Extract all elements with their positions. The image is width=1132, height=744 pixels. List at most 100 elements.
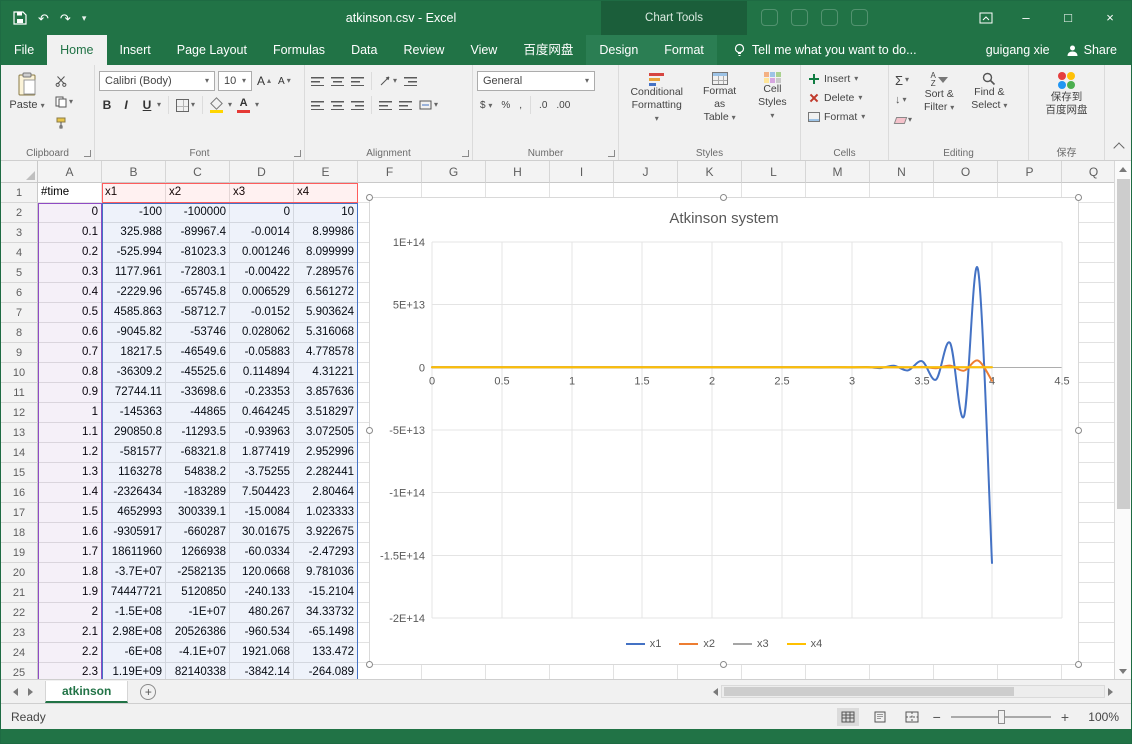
column-header-O[interactable]: O	[934, 161, 998, 183]
cell[interactable]: 290850.8	[102, 423, 166, 443]
cell[interactable]: 10	[294, 203, 358, 223]
zoom-level[interactable]: 100%	[1079, 710, 1119, 724]
share-button[interactable]: Share	[1066, 43, 1117, 57]
cell[interactable]: 1.9	[38, 583, 102, 603]
minimize-button[interactable]: –	[1005, 1, 1047, 35]
cell[interactable]: -58712.7	[166, 303, 230, 323]
cell[interactable]: -15.0084	[230, 503, 294, 523]
cell[interactable]: 0.3	[38, 263, 102, 283]
baidu-save-button[interactable]: 保存到 百度网盘	[1033, 69, 1100, 120]
cell[interactable]: 0.114894	[230, 363, 294, 383]
zoom-slider-thumb[interactable]	[998, 710, 1005, 724]
cell[interactable]: 0.028062	[230, 323, 294, 343]
decrease-indent-button[interactable]	[377, 96, 394, 114]
sort-filter-button[interactable]: AZ Sort & Filter ▾	[917, 69, 961, 129]
row-header-17[interactable]: 17	[1, 503, 38, 523]
cell[interactable]: -65.1498	[294, 623, 358, 643]
cell[interactable]: x1	[102, 183, 166, 203]
tab-format[interactable]: Format	[651, 35, 717, 65]
row-header-1[interactable]: 1	[1, 183, 38, 203]
chart[interactable]: Atkinson system 1E+145E+130-5E+13-1E+14-…	[369, 197, 1079, 665]
cell[interactable]: -183289	[166, 483, 230, 503]
column-header-F[interactable]: F	[358, 161, 422, 183]
column-header-D[interactable]: D	[230, 161, 294, 183]
column-header-M[interactable]: M	[806, 161, 870, 183]
cell[interactable]: -36309.2	[102, 363, 166, 383]
cell[interactable]: 5.316068	[294, 323, 358, 343]
row-header-5[interactable]: 5	[1, 263, 38, 283]
align-center-button[interactable]	[329, 96, 346, 114]
decrease-decimal-button[interactable]: .00	[553, 100, 573, 111]
cell[interactable]: -960.534	[230, 623, 294, 643]
row-header-18[interactable]: 18	[1, 523, 38, 543]
cell[interactable]: 18217.5	[102, 343, 166, 363]
cell[interactable]: -0.93963	[230, 423, 294, 443]
cell[interactable]: 0.001246	[230, 243, 294, 263]
borders-button[interactable]: ▾	[174, 96, 197, 114]
cell[interactable]: -3842.14	[230, 663, 294, 679]
row-header-25[interactable]: 25	[1, 663, 38, 679]
percent-style-button[interactable]: %	[498, 100, 513, 111]
format-as-table-button[interactable]: Format as Table ▾	[690, 69, 748, 144]
tab-home[interactable]: Home	[47, 35, 106, 65]
cell[interactable]: 2.3	[38, 663, 102, 679]
increase-indent-button[interactable]	[397, 96, 414, 114]
grow-font-button[interactable]: A▴	[255, 72, 273, 90]
cell[interactable]: 30.01675	[230, 523, 294, 543]
alignment-dialog-launcher-icon[interactable]	[462, 150, 469, 157]
tab-file[interactable]: File	[1, 35, 47, 65]
clipboard-dialog-launcher-icon[interactable]	[84, 150, 91, 157]
cell[interactable]: -33698.6	[166, 383, 230, 403]
cell[interactable]: #time	[38, 183, 102, 203]
vertical-scrollbar[interactable]	[1114, 161, 1131, 679]
cell[interactable]: 4652993	[102, 503, 166, 523]
paste-button[interactable]: Paste ▾	[5, 69, 49, 132]
row-header-11[interactable]: 11	[1, 383, 38, 403]
cell[interactable]: -46549.6	[166, 343, 230, 363]
cell[interactable]: 34.33732	[294, 603, 358, 623]
cell[interactable]: -45525.6	[166, 363, 230, 383]
save-icon[interactable]	[13, 11, 27, 25]
row-header-15[interactable]: 15	[1, 463, 38, 483]
cell[interactable]: -0.0014	[230, 223, 294, 243]
cell[interactable]: 480.267	[230, 603, 294, 623]
zoom-in-button[interactable]: +	[1061, 709, 1069, 725]
vertical-scroll-thumb[interactable]	[1117, 179, 1130, 509]
cell[interactable]: 2.98E+08	[102, 623, 166, 643]
cell[interactable]: -11293.5	[166, 423, 230, 443]
collapse-ribbon-icon[interactable]	[1113, 142, 1124, 153]
cell[interactable]: 325.988	[102, 223, 166, 243]
cell[interactable]: 0.006529	[230, 283, 294, 303]
column-header-C[interactable]: C	[166, 161, 230, 183]
cell[interactable]: -44865	[166, 403, 230, 423]
middle-align-button[interactable]	[329, 72, 346, 90]
maximize-button[interactable]: □	[1047, 1, 1089, 35]
cell[interactable]: 8.099999	[294, 243, 358, 263]
column-header-B[interactable]: B	[102, 161, 166, 183]
italic-button[interactable]: I	[118, 98, 134, 112]
cell[interactable]: -0.00422	[230, 263, 294, 283]
cell[interactable]: -581577	[102, 443, 166, 463]
cell[interactable]: 7.504423	[230, 483, 294, 503]
row-header-6[interactable]: 6	[1, 283, 38, 303]
legend-item-x3[interactable]: x3	[733, 638, 769, 650]
legend-item-x1[interactable]: x1	[626, 638, 662, 650]
cell[interactable]: -264.089	[294, 663, 358, 679]
cell[interactable]: 54838.2	[166, 463, 230, 483]
row-header-21[interactable]: 21	[1, 583, 38, 603]
cell[interactable]: 0.2	[38, 243, 102, 263]
cell[interactable]: -2326434	[102, 483, 166, 503]
cell[interactable]: 3.922675	[294, 523, 358, 543]
undo-icon[interactable]: ↶	[38, 12, 49, 25]
cell[interactable]: -3.75255	[230, 463, 294, 483]
select-all-corner[interactable]	[1, 161, 38, 183]
column-header-E[interactable]: E	[294, 161, 358, 183]
cell[interactable]: -525.994	[102, 243, 166, 263]
row-header-20[interactable]: 20	[1, 563, 38, 583]
cell[interactable]: 2.1	[38, 623, 102, 643]
column-header-L[interactable]: L	[742, 161, 806, 183]
selection-handle[interactable]	[720, 194, 727, 201]
number-dialog-launcher-icon[interactable]	[608, 150, 615, 157]
page-break-view-button[interactable]	[901, 708, 923, 726]
conditional-formatting-button[interactable]: Conditional Formatting ▾	[623, 69, 690, 144]
